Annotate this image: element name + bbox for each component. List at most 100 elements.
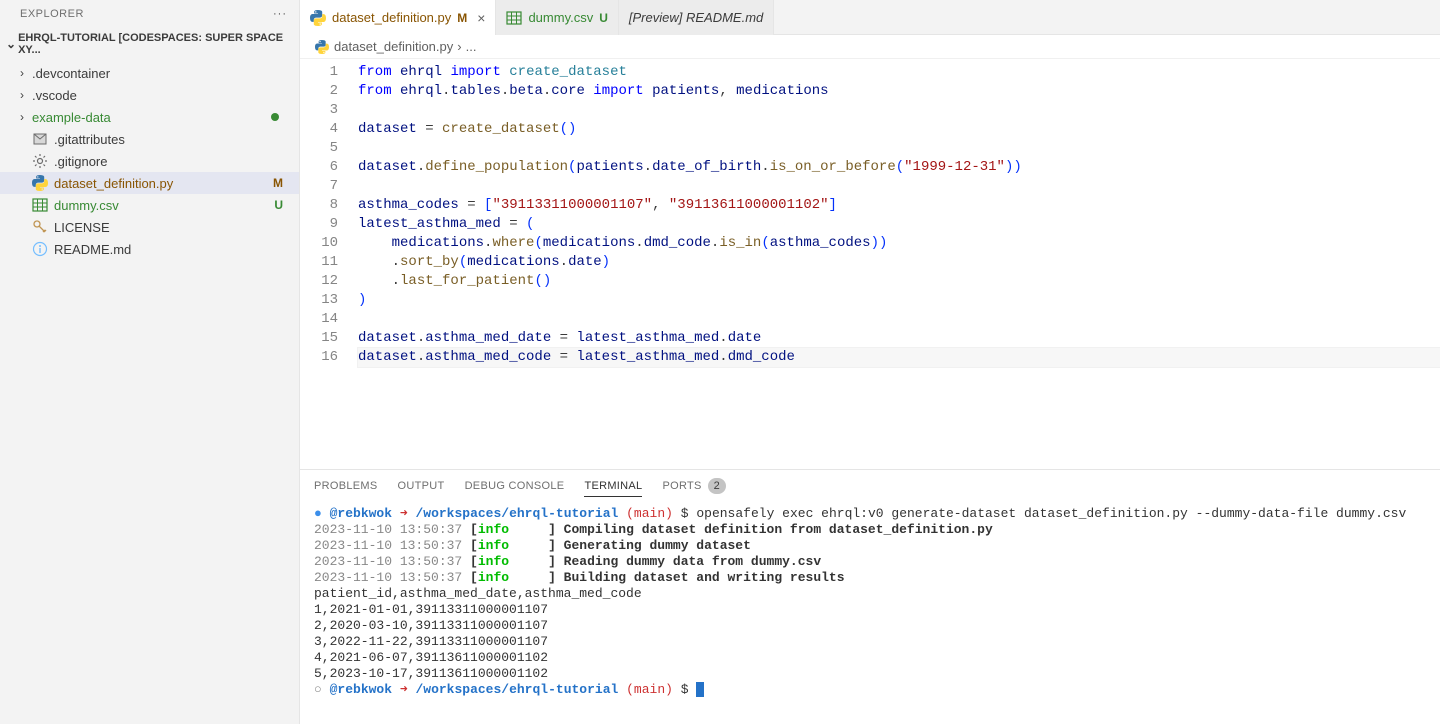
line-number: 12 — [300, 272, 338, 291]
code-line[interactable] — [358, 101, 1440, 120]
tree-item--gitattributes[interactable]: .gitattributes — [0, 128, 299, 150]
tree-item--devcontainer[interactable]: ›.devcontainer — [0, 62, 299, 84]
terminal-line: 2,2020-03-10,39113311000001107 — [314, 618, 1426, 634]
tree-item-license[interactable]: LICENSE — [0, 216, 299, 238]
line-number: 15 — [300, 329, 338, 348]
tree-item-label: .vscode — [32, 88, 287, 103]
envelope-icon — [32, 131, 48, 147]
line-number: 3 — [300, 101, 338, 120]
code-line[interactable] — [358, 139, 1440, 158]
tree-item-label: LICENSE — [54, 220, 287, 235]
tree-item-label: README.md — [54, 242, 287, 257]
line-number: 8 — [300, 196, 338, 215]
chevron-right-icon: › — [20, 88, 30, 102]
more-actions-icon[interactable]: ··· — [273, 8, 287, 20]
python-icon — [310, 10, 326, 26]
code-line[interactable]: ) — [358, 291, 1440, 310]
panel-tab-label: TERMINAL — [584, 480, 642, 492]
bottom-panel: PROBLEMS OUTPUT DEBUG CONSOLE TERMINAL PORTS… — [300, 469, 1440, 724]
terminal-line: patient_id,asthma_med_date,asthma_med_co… — [314, 586, 1426, 602]
tree-item-readme-md[interactable]: README.md — [0, 238, 299, 260]
code-line[interactable]: .sort_by(medications.date) — [358, 253, 1440, 272]
tab-dummy-csv[interactable]: dummy.csvU — [496, 0, 618, 35]
git-status-badge: M — [273, 176, 283, 190]
code-line[interactable]: dataset.define_population(patients.date_… — [358, 158, 1440, 177]
code-line[interactable]: dataset = create_dataset() — [358, 120, 1440, 139]
panel-tab-debug-console[interactable]: DEBUG CONSOLE — [465, 476, 565, 496]
tree-item-dataset-definition-py[interactable]: dataset_definition.pyM — [0, 172, 299, 194]
line-number: 14 — [300, 310, 338, 329]
code-line[interactable] — [358, 177, 1440, 196]
workspace-name: EHRQL-TUTORIAL [CODESPACES: SUPER SPACE … — [18, 32, 287, 56]
terminal-line: 2023-11-10 13:50:37 [info ] Compiling da… — [314, 522, 1426, 538]
breadcrumb[interactable]: dataset_definition.py › ... — [300, 35, 1440, 59]
tab--preview--readme-md[interactable]: [Preview] README.md — [619, 0, 774, 35]
panel-tab-ports[interactable]: PORTS 2 — [662, 474, 726, 498]
gear-icon — [32, 153, 48, 169]
panel-tab-label: OUTPUT — [398, 480, 445, 492]
line-number: 11 — [300, 253, 338, 272]
terminal-line: 1,2021-01-01,39113311000001107 — [314, 602, 1426, 618]
line-gutter: 12345678910111213141516 — [300, 59, 358, 469]
panel-tab-bar: PROBLEMS OUTPUT DEBUG CONSOLE TERMINAL PORTS… — [300, 470, 1440, 502]
tree-item--vscode[interactable]: ›.vscode — [0, 84, 299, 106]
workspace-folder-header[interactable]: ⌄ EHRQL-TUTORIAL [CODESPACES: SUPER SPAC… — [0, 28, 299, 60]
terminal[interactable]: ● @rebkwok ➜ /workspaces/ehrql-tutorial … — [300, 502, 1440, 724]
code-line[interactable]: asthma_codes = ["39113311000001107", "39… — [358, 196, 1440, 215]
explorer-title: EXPLORER — [20, 8, 84, 20]
panel-tab-problems[interactable]: PROBLEMS — [314, 476, 378, 496]
terminal-line: 5,2023-10-17,39113611000001102 — [314, 666, 1426, 682]
tab-bar: dataset_definition.pyM×dummy.csvU [Previe… — [300, 0, 1440, 35]
code-line[interactable]: from ehrql.tables.beta.core import patie… — [358, 82, 1440, 101]
code-line[interactable]: dataset.asthma_med_code = latest_asthma_… — [358, 348, 1440, 367]
status-dot — [271, 113, 279, 121]
tab-git-suffix: U — [599, 11, 608, 25]
info-icon — [32, 241, 48, 257]
code-line[interactable]: dataset.asthma_med_date = latest_asthma_… — [358, 329, 1440, 348]
csv-icon — [506, 10, 522, 26]
close-icon[interactable]: × — [477, 10, 485, 26]
tree-item-label: .gitignore — [54, 154, 287, 169]
tree-item-dummy-csv[interactable]: dummy.csvU — [0, 194, 299, 216]
tree-item-example-data[interactable]: ›example-data — [0, 106, 299, 128]
badge: 2 — [708, 478, 726, 494]
line-number: 9 — [300, 215, 338, 234]
panel-tab-label: PORTS — [662, 480, 701, 492]
line-number: 4 — [300, 120, 338, 139]
tree-item-label: .devcontainer — [32, 66, 287, 81]
line-number: 16 — [300, 348, 338, 367]
terminal-line: 3,2022-11-22,39113311000001107 — [314, 634, 1426, 650]
line-number: 13 — [300, 291, 338, 310]
panel-tab-terminal[interactable]: TERMINAL — [584, 476, 642, 497]
tab-label: [Preview] README.md — [629, 10, 763, 25]
code-line[interactable]: .last_for_patient() — [358, 272, 1440, 291]
tree-item-label: dataset_definition.py — [54, 176, 273, 191]
breadcrumb-more: ... — [466, 39, 477, 54]
panel-tab-output[interactable]: OUTPUT — [398, 476, 445, 496]
explorer-sidebar: EXPLORER ··· ⌄ EHRQL-TUTORIAL [CODESPACE… — [0, 0, 300, 724]
breadcrumb-separator: › — [457, 39, 461, 54]
sidebar-header: EXPLORER ··· — [0, 0, 299, 28]
code-content[interactable]: from ehrql import create_datasetfrom ehr… — [358, 59, 1440, 469]
code-line[interactable] — [358, 310, 1440, 329]
line-number: 5 — [300, 139, 338, 158]
csv-icon — [32, 197, 48, 213]
file-tree: ›.devcontainer›.vscode›example-data.gita… — [0, 60, 299, 260]
terminal-line: ○ @rebkwok ➜ /workspaces/ehrql-tutorial … — [314, 682, 1426, 698]
tree-item--gitignore[interactable]: .gitignore — [0, 150, 299, 172]
terminal-line: ● @rebkwok ➜ /workspaces/ehrql-tutorial … — [314, 506, 1426, 522]
git-status-badge: U — [274, 198, 283, 212]
terminal-line: 4,2021-06-07,39113611000001102 — [314, 650, 1426, 666]
code-line[interactable]: from ehrql import create_dataset — [358, 63, 1440, 82]
code-editor[interactable]: 12345678910111213141516 from ehrql impor… — [300, 59, 1440, 469]
chevron-right-icon: › — [20, 66, 30, 80]
tab-dataset-definition-py[interactable]: dataset_definition.pyM× — [300, 0, 496, 35]
code-line[interactable]: medications.where(medications.dmd_code.i… — [358, 234, 1440, 253]
tree-item-label: example-data — [32, 110, 271, 125]
chevron-down-icon: ⌄ — [6, 37, 16, 51]
code-line[interactable]: latest_asthma_med = ( — [358, 215, 1440, 234]
terminal-line: 2023-11-10 13:50:37 [info ] Generating d… — [314, 538, 1426, 554]
line-number: 1 — [300, 63, 338, 82]
breadcrumb-file: dataset_definition.py — [334, 39, 453, 54]
chevron-right-icon: › — [20, 110, 30, 124]
